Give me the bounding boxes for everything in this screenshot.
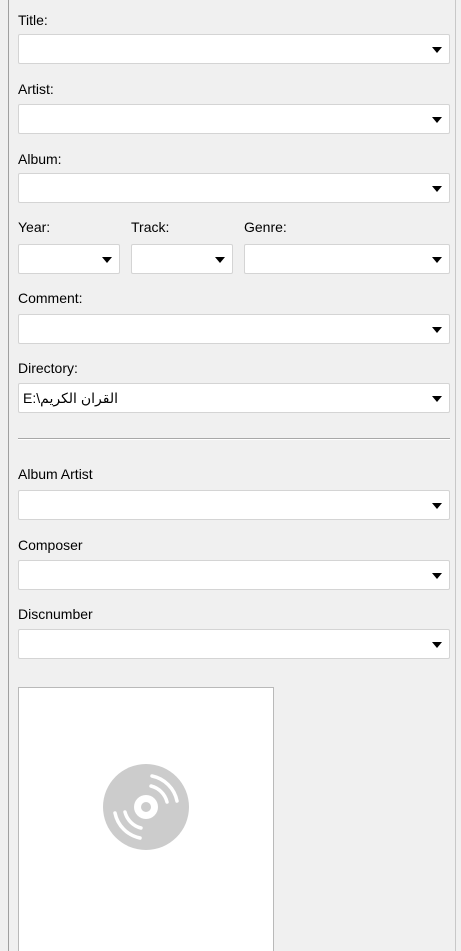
comment-combobox[interactable] <box>18 314 450 344</box>
directory-value: E:\القران الكريم <box>23 390 118 406</box>
panel-right-frame <box>455 0 461 951</box>
genre-label: Genre: <box>244 219 287 235</box>
chevron-down-icon[interactable] <box>432 257 442 263</box>
composer-label: Composer <box>18 537 83 553</box>
genre-combobox[interactable] <box>244 244 450 274</box>
artist-label: Artist: <box>18 81 54 97</box>
artist-combobox[interactable] <box>18 104 450 134</box>
chevron-down-icon[interactable] <box>432 327 442 333</box>
comment-label: Comment: <box>18 290 83 306</box>
chevron-down-icon[interactable] <box>432 503 442 509</box>
title-combobox[interactable] <box>18 34 450 64</box>
title-label: Title: <box>18 12 48 28</box>
album-artist-label: Album Artist <box>18 466 93 482</box>
chevron-down-icon[interactable] <box>432 396 442 402</box>
chevron-down-icon[interactable] <box>432 642 442 648</box>
year-combobox[interactable] <box>18 244 120 274</box>
album-combobox[interactable] <box>18 173 450 203</box>
album-artist-combobox[interactable] <box>18 490 450 520</box>
chevron-down-icon[interactable] <box>432 47 442 53</box>
section-divider <box>18 438 450 440</box>
cover-art[interactable] <box>18 687 274 951</box>
composer-combobox[interactable] <box>18 560 450 590</box>
album-label: Album: <box>18 151 62 167</box>
year-label: Year: <box>18 219 51 235</box>
track-combobox[interactable] <box>131 244 233 274</box>
discnumber-label: Discnumber <box>18 606 93 622</box>
chevron-down-icon[interactable] <box>432 186 442 192</box>
panel-left-frame <box>0 0 9 951</box>
track-label: Track: <box>131 219 170 235</box>
chevron-down-icon[interactable] <box>432 117 442 123</box>
directory-combobox[interactable]: E:\القران الكريم <box>18 383 450 413</box>
disc-icon <box>103 764 189 850</box>
directory-label: Directory: <box>18 360 78 376</box>
chevron-down-icon[interactable] <box>102 257 112 263</box>
chevron-down-icon[interactable] <box>432 573 442 579</box>
discnumber-combobox[interactable] <box>18 629 450 659</box>
chevron-down-icon[interactable] <box>215 257 225 263</box>
